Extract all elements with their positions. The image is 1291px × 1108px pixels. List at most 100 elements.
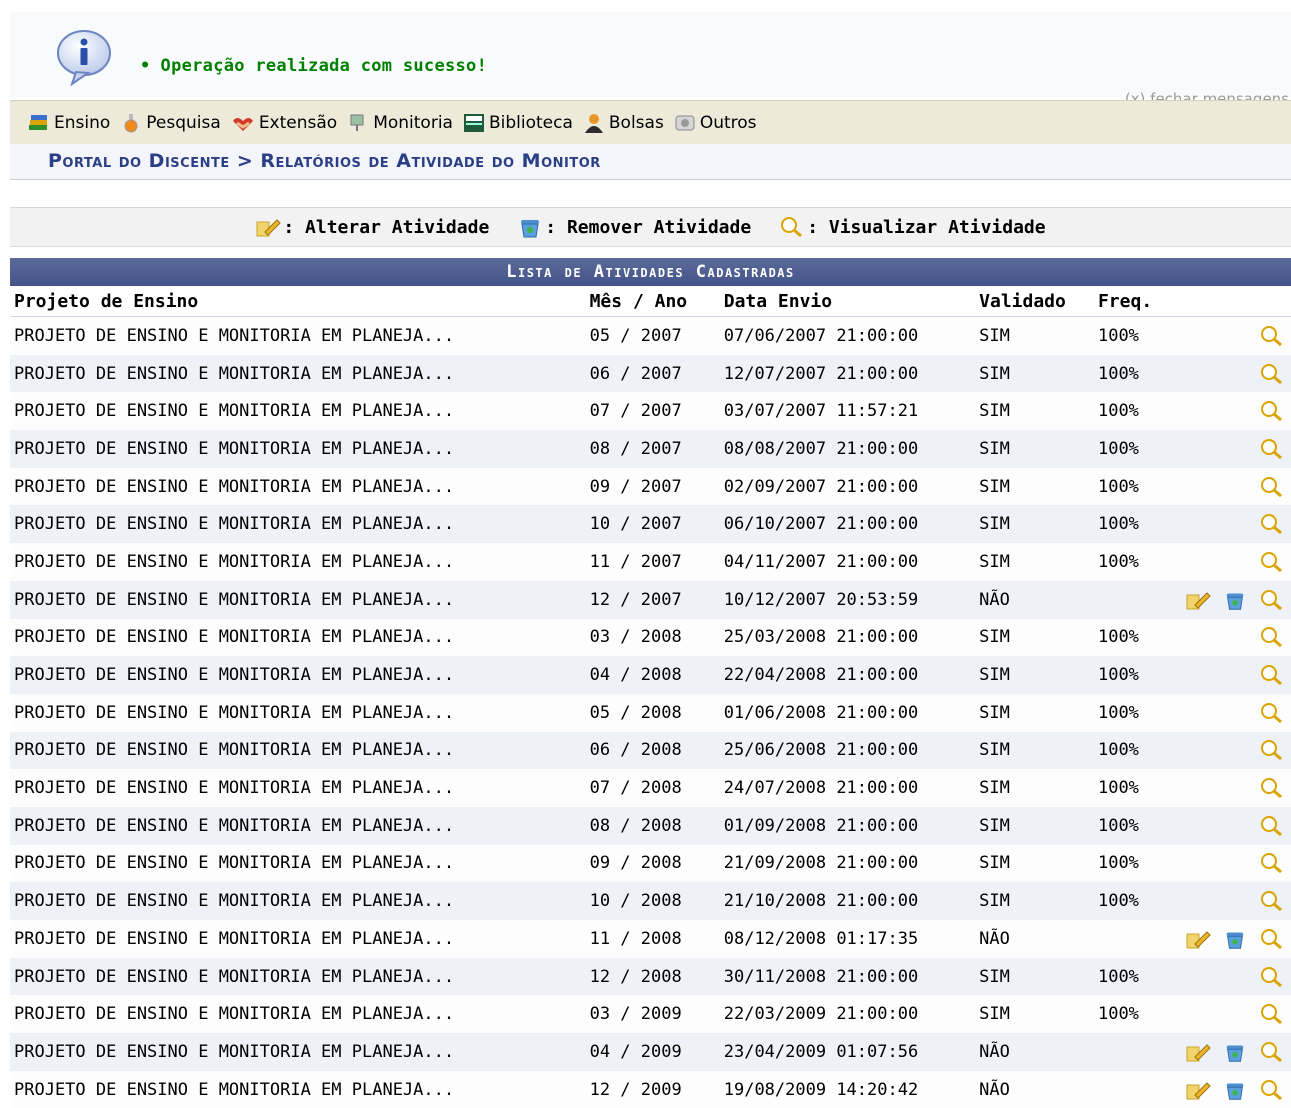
table-row: PROJETO DE ENSINO E MONITORIA EM PLANEJA…	[10, 392, 1291, 430]
cell-freq: 100%	[1090, 619, 1173, 657]
cell-projeto: PROJETO DE ENSINO E MONITORIA EM PLANEJA…	[10, 317, 586, 355]
cell-freq	[1090, 581, 1173, 619]
magnifier-icon[interactable]	[1259, 512, 1285, 536]
header-mes-ano: Mês / Ano	[586, 286, 720, 317]
person-icon	[583, 113, 605, 133]
cell-freq: 100%	[1090, 392, 1173, 430]
magnifier-icon[interactable]	[1259, 588, 1285, 612]
table-row: PROJETO DE ENSINO E MONITORIA EM PLANEJA…	[10, 543, 1291, 581]
info-icon	[54, 28, 116, 86]
cell-validado: SIM	[971, 656, 1090, 694]
table-row: PROJETO DE ENSINO E MONITORIA EM PLANEJA…	[10, 317, 1291, 355]
cell-freq: 100%	[1090, 807, 1173, 845]
cell-projeto: PROJETO DE ENSINO E MONITORIA EM PLANEJA…	[10, 882, 586, 920]
menu-item-extensao[interactable]: Extensão	[231, 113, 337, 133]
cell-data-envio: 07/06/2007 21:00:00	[720, 317, 971, 355]
cell-freq	[1090, 1033, 1173, 1071]
cell-projeto: PROJETO DE ENSINO E MONITORIA EM PLANEJA…	[10, 430, 586, 468]
table-row: PROJETO DE ENSINO E MONITORIA EM PLANEJA…	[10, 505, 1291, 543]
cell-data-envio: 02/09/2007 21:00:00	[720, 468, 971, 506]
magnifier-icon[interactable]	[1259, 1078, 1285, 1102]
table-row: PROJETO DE ENSINO E MONITORIA EM PLANEJA…	[10, 656, 1291, 694]
magnifier-icon[interactable]	[1259, 663, 1285, 687]
magnifier-icon[interactable]	[1259, 1002, 1285, 1026]
magnifier-icon[interactable]	[1259, 362, 1285, 386]
magnifier-icon[interactable]	[1259, 475, 1285, 499]
magnifier-icon[interactable]	[1259, 625, 1285, 649]
trash-icon[interactable]	[1223, 928, 1247, 950]
table-row: PROJETO DE ENSINO E MONITORIA EM PLANEJA…	[10, 732, 1291, 770]
cell-mes-ano: 10 / 2008	[586, 882, 720, 920]
menu-item-bolsas[interactable]: Bolsas	[583, 113, 664, 133]
magnifier-icon[interactable]	[1259, 851, 1285, 875]
cell-data-envio: 25/03/2008 21:00:00	[720, 619, 971, 657]
menu-item-outros[interactable]: Outros	[674, 113, 757, 133]
cell-projeto: PROJETO DE ENSINO E MONITORIA EM PLANEJA…	[10, 656, 586, 694]
cell-actions	[1173, 882, 1291, 920]
cell-actions	[1173, 995, 1291, 1033]
trash-icon[interactable]	[1223, 1079, 1247, 1101]
cell-actions	[1173, 355, 1291, 393]
cell-actions	[1173, 430, 1291, 468]
menu-item-biblioteca[interactable]: Biblioteca	[463, 113, 573, 133]
cell-freq: 100%	[1090, 882, 1173, 920]
table-row: PROJETO DE ENSINO E MONITORIA EM PLANEJA…	[10, 619, 1291, 657]
cell-mes-ano: 04 / 2009	[586, 1033, 720, 1071]
cell-validado: SIM	[971, 958, 1090, 996]
cell-projeto: PROJETO DE ENSINO E MONITORIA EM PLANEJA…	[10, 807, 586, 845]
edit-icon[interactable]	[1185, 589, 1211, 611]
cell-freq: 100%	[1090, 694, 1173, 732]
message-text: Operação realizada com sucesso!	[161, 56, 488, 76]
cell-data-envio: 08/12/2008 01:17:35	[720, 920, 971, 958]
legend-remover: : Remover Atividade	[517, 216, 751, 238]
cell-validado: SIM	[971, 769, 1090, 807]
magnifier-icon[interactable]	[1259, 889, 1285, 913]
edit-icon[interactable]	[1185, 928, 1211, 950]
cell-validado: NÃO	[971, 581, 1090, 619]
library-icon	[463, 113, 485, 133]
magnifier-icon[interactable]	[1259, 550, 1285, 574]
cell-mes-ano: 03 / 2009	[586, 995, 720, 1033]
cell-data-envio: 21/10/2008 21:00:00	[720, 882, 971, 920]
trash-icon[interactable]	[1223, 589, 1247, 611]
cell-data-envio: 22/04/2008 21:00:00	[720, 656, 971, 694]
edit-icon[interactable]	[1185, 1041, 1211, 1063]
cell-actions	[1173, 317, 1291, 355]
menu-item-ensino[interactable]: Ensino	[28, 113, 110, 133]
magnifier-icon[interactable]	[1259, 437, 1285, 461]
magnifier-icon[interactable]	[1259, 965, 1285, 989]
cell-projeto: PROJETO DE ENSINO E MONITORIA EM PLANEJA…	[10, 468, 586, 506]
edit-icon[interactable]	[1185, 1079, 1211, 1101]
menu-item-monitoria[interactable]: Monitoria	[347, 113, 453, 133]
cell-freq: 100%	[1090, 543, 1173, 581]
cell-mes-ano: 12 / 2008	[586, 958, 720, 996]
cell-validado: SIM	[971, 355, 1090, 393]
cell-projeto: PROJETO DE ENSINO E MONITORIA EM PLANEJA…	[10, 920, 586, 958]
cell-mes-ano: 11 / 2007	[586, 543, 720, 581]
cell-freq: 100%	[1090, 430, 1173, 468]
menu-item-pesquisa[interactable]: Pesquisa	[120, 113, 221, 133]
table-caption: Lista de Atividades Cadastradas	[10, 258, 1291, 286]
magnifier-icon[interactable]	[1259, 701, 1285, 725]
cell-actions	[1173, 769, 1291, 807]
magnifier-icon[interactable]	[1259, 324, 1285, 348]
magnifier-icon[interactable]	[1259, 1040, 1285, 1064]
menu-label: Biblioteca	[489, 113, 573, 133]
cell-validado: SIM	[971, 845, 1090, 883]
cell-actions	[1173, 392, 1291, 430]
table-row: PROJETO DE ENSINO E MONITORIA EM PLANEJA…	[10, 807, 1291, 845]
magnifier-icon[interactable]	[1259, 814, 1285, 838]
magnifier-icon[interactable]	[1259, 399, 1285, 423]
cell-freq: 100%	[1090, 317, 1173, 355]
magnifier-icon[interactable]	[1259, 927, 1285, 951]
menu-label: Outros	[700, 113, 757, 133]
cell-data-envio: 03/07/2007 11:57:21	[720, 392, 971, 430]
cell-validado: SIM	[971, 807, 1090, 845]
menu-label: Extensão	[259, 113, 337, 133]
magnifier-icon[interactable]	[1259, 738, 1285, 762]
cell-actions	[1173, 505, 1291, 543]
cell-mes-ano: 08 / 2007	[586, 430, 720, 468]
cell-mes-ano: 12 / 2009	[586, 1071, 720, 1108]
magnifier-icon[interactable]	[1259, 776, 1285, 800]
trash-icon[interactable]	[1223, 1041, 1247, 1063]
